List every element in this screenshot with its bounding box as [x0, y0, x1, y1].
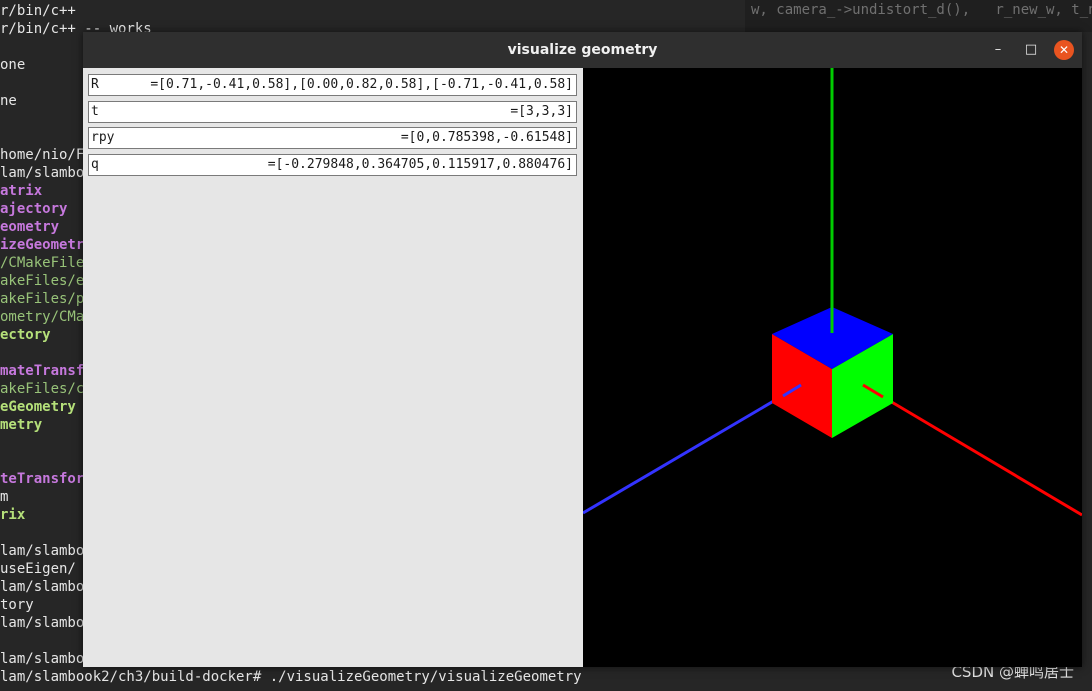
terminal-line: metry — [0, 417, 43, 433]
terminal-line: ajectory — [0, 201, 68, 217]
terminal-line: rix — [0, 507, 26, 523]
terminal-line: lam/slambo — [0, 579, 85, 595]
terminal-line: eGeometry — [0, 399, 76, 415]
terminal-line: atrix — [0, 183, 43, 199]
rpy-field[interactable]: rpy =[0,0.785398,-0.61548] — [88, 127, 577, 149]
terminal-line: r/bin/c++ — [0, 3, 76, 19]
field-value: =[0.71,-0.41,0.58],[0.00,0.82,0.58],[-0.… — [150, 77, 573, 92]
terminal-line: izeGeometr — [0, 237, 85, 253]
terminal-line: home/nio/F — [0, 147, 85, 163]
3d-viewport[interactable] — [583, 68, 1082, 667]
terminal-line: lam/slambo — [0, 651, 85, 667]
translation-field[interactable]: t =[3,3,3] — [88, 101, 577, 123]
terminal-line: akeFiles/c — [0, 381, 85, 397]
minimize-icon[interactable]: – — [988, 40, 1008, 60]
field-value: =[-0.279848,0.364705,0.115917,0.880476] — [267, 157, 573, 172]
terminal-line: eometry — [0, 219, 60, 235]
field-value: =[0,0.785398,-0.61548] — [400, 130, 573, 145]
window-titlebar[interactable]: visualize geometry – □ ✕ — [83, 32, 1082, 69]
background-gutter — [1082, 32, 1092, 662]
close-icon[interactable]: ✕ — [1054, 40, 1074, 60]
field-label: q — [91, 157, 99, 172]
terminal-line: lam/slambo — [0, 543, 85, 559]
terminal-line: ometry/CMa — [0, 309, 85, 325]
editor-code-line: w, camera_->undistort_d(), r_new_w, t_n — [745, 0, 1092, 32]
quaternion-field[interactable]: q =[-0.279848,0.364705,0.115917,0.880476… — [88, 154, 577, 176]
terminal-command-line[interactable]: lam/slambook2/ch3/build-docker# ./visual… — [0, 667, 582, 687]
field-label: rpy — [91, 130, 115, 145]
visualize-geometry-window[interactable]: visualize geometry – □ ✕ R =[0.71,-0.41,… — [83, 32, 1082, 667]
terminal-line: teTransfor — [0, 471, 85, 487]
field-value: =[3,3,3] — [510, 104, 573, 119]
terminal-line: lam/slambo — [0, 165, 85, 181]
terminal-line: m — [0, 489, 9, 505]
terminal-line: lam/slambo — [0, 615, 85, 631]
field-label: R — [91, 77, 99, 92]
z-axis-line — [583, 383, 802, 515]
window-title: visualize geometry — [507, 42, 658, 58]
maximize-icon[interactable]: □ — [1021, 40, 1041, 60]
terminal-line: one — [0, 57, 26, 73]
terminal-line: ne — [0, 93, 17, 109]
terminal-line: akeFiles/e — [0, 273, 85, 289]
terminal-line: useEigen/ — [0, 561, 76, 577]
field-label: t — [91, 104, 99, 119]
terminal-line: /CMakeFile — [0, 255, 85, 271]
terminal-line: akeFiles/p — [0, 291, 85, 307]
rotation-matrix-field[interactable]: R =[0.71,-0.41,0.58],[0.00,0.82,0.58],[-… — [88, 74, 577, 96]
scene-canvas[interactable] — [583, 68, 1082, 667]
terminal-line: mateTransf — [0, 363, 85, 379]
parameter-panel: R =[0.71,-0.41,0.58],[0.00,0.82,0.58],[-… — [83, 68, 583, 667]
x-axis-line — [862, 383, 1082, 517]
terminal-line: ectory — [0, 327, 51, 343]
terminal-line: tory — [0, 597, 34, 613]
